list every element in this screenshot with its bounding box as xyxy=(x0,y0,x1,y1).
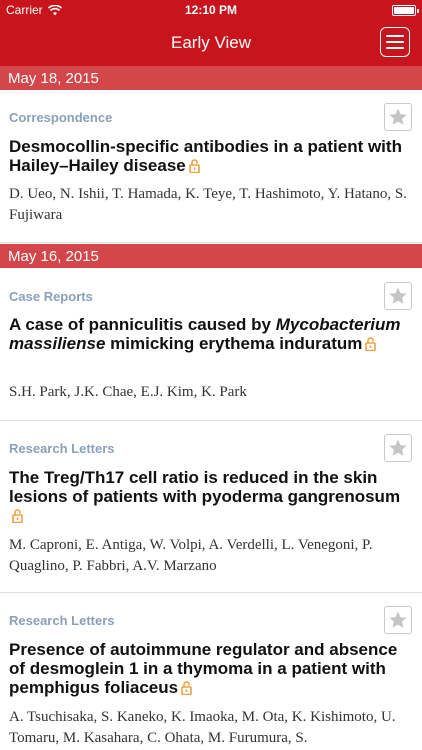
open-access-lock-icon xyxy=(188,158,200,177)
menu-icon-line xyxy=(386,41,404,43)
status-time: 12:10 PM xyxy=(184,3,238,17)
section-header-date: May 18, 2015 xyxy=(0,66,422,90)
favorite-star-button[interactable] xyxy=(384,434,412,462)
article-title-text: mimicking erythema induratum xyxy=(110,334,363,353)
article-authors: A. Tsuchisaka, S. Kaneko, K. Imaoka, M. … xyxy=(9,709,396,746)
open-access-lock-icon xyxy=(181,680,192,699)
article-authors: S.H. Park, J.K. Chae, E.J. Kim, K. Park xyxy=(9,384,247,400)
star-icon xyxy=(389,287,407,304)
status-bar: Carrier 12:10 PM xyxy=(0,0,422,22)
article-title[interactable]: A case of panniculitis caused by Mycobac… xyxy=(9,315,410,355)
favorite-star-button[interactable] xyxy=(384,606,412,634)
menu-button[interactable] xyxy=(380,27,410,57)
battery-icon xyxy=(392,5,419,16)
article-title-text: The Treg/Th17 cell ratio is reduced in t… xyxy=(9,468,401,506)
article-authors: M. Caproni, E. Antiga, W. Volpi, A. Verd… xyxy=(9,537,373,574)
article-authors: D. Ueo, N. Ishii, T. Hamada, K. Teye, T.… xyxy=(9,186,407,223)
article-title[interactable]: The Treg/Th17 cell ratio is reduced in t… xyxy=(9,468,410,527)
favorite-star-button[interactable] xyxy=(384,103,412,131)
favorite-star-button[interactable] xyxy=(384,282,412,310)
star-icon xyxy=(389,108,407,125)
article-title-text: Desmocollin-specific antibodies in a pat… xyxy=(9,137,402,175)
article-title-text: A case of panniculitis caused by xyxy=(9,315,272,334)
battery-level xyxy=(394,7,414,14)
article-item[interactable]: Correspondence Desmocollin-specific anti… xyxy=(0,90,422,243)
menu-icon-line xyxy=(386,47,404,49)
menu-icon-line xyxy=(386,35,404,37)
article-title[interactable]: Desmocollin-specific antibodies in a pat… xyxy=(9,137,410,177)
article-title[interactable]: Presence of autoimmune regulator and abs… xyxy=(9,640,410,699)
article-category: Case Reports xyxy=(9,289,93,304)
star-icon xyxy=(389,439,407,456)
article-item[interactable]: Research Letters Presence of autoimmune … xyxy=(0,593,422,750)
article-category: Correspondence xyxy=(9,110,113,125)
article-title-text: Presence of autoimmune regulator and abs… xyxy=(9,640,398,697)
open-access-lock-icon xyxy=(365,336,377,355)
open-access-lock-icon xyxy=(12,508,23,527)
section-header-date: May 16, 2015 xyxy=(0,244,422,268)
article-category: Research Letters xyxy=(9,441,115,456)
article-item[interactable]: Case Reports A case of panniculitis caus… xyxy=(0,268,422,421)
star-icon xyxy=(389,611,407,628)
article-item[interactable]: Research Letters The Treg/Th17 cell rati… xyxy=(0,421,422,593)
navigation-bar: Early View xyxy=(0,22,422,66)
page-title: Early View xyxy=(171,33,251,52)
article-category: Research Letters xyxy=(9,613,115,628)
